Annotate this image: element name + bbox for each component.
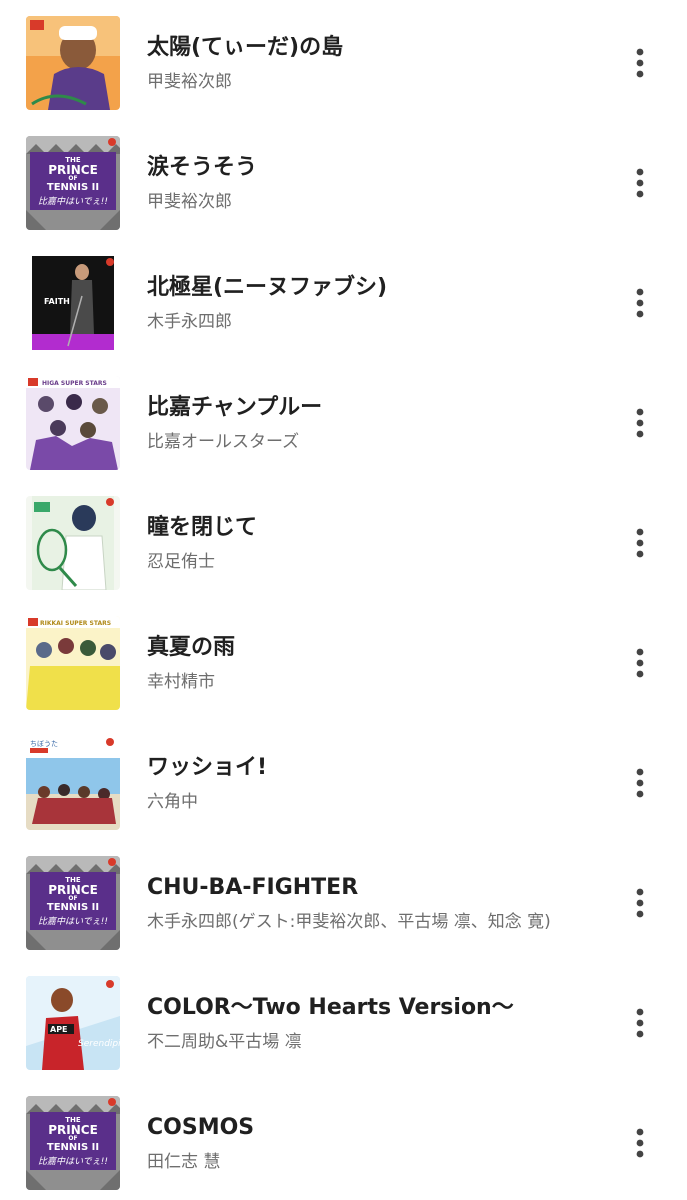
track-artist: 忍足侑士 <box>147 552 215 572</box>
album-art-prince-of-tennis-ii: THE PRINCE OF TENNIS II 比嘉中はいでぇ!! <box>26 1096 120 1190</box>
art-text: 比嘉中はいでぇ!! <box>38 916 108 927</box>
track-artist: 甲斐裕次郎 <box>147 192 232 212</box>
track-list: 太陽(てぃーだ)の島 甲斐裕次郎 THE PRINCE OF TENNIS II… <box>0 0 687 1200</box>
track-row[interactable]: THE PRINCE OF TENNIS II 比嘉中はいでぇ!! 涙そうそう … <box>0 120 687 240</box>
art-text: Serendipity <box>78 1039 120 1049</box>
more-vert-icon <box>636 768 644 798</box>
album-art-rikkai-super-stars: RIKKAI SUPER STARS <box>26 616 120 710</box>
more-vert-icon <box>636 888 644 918</box>
art-text: APE <box>50 1025 68 1034</box>
track-row[interactable]: THE PRINCE OF TENNIS II 比嘉中はいでぇ!! CHU-BA… <box>0 840 687 960</box>
track-artist: 六角中 <box>147 792 198 812</box>
track-artist: 木手永四郎 <box>147 312 232 332</box>
art-text: ちぼうた <box>30 740 58 748</box>
track-row[interactable]: THE PRINCE OF TENNIS II 比嘉中はいでぇ!! COSMOS… <box>0 1080 687 1200</box>
more-vert-icon <box>636 1008 644 1038</box>
art-text: HIGA SUPER STARS <box>42 380 107 387</box>
more-options-button[interactable] <box>618 1121 662 1165</box>
album-art: ちぼうた <box>26 736 120 830</box>
track-title: 真夏の雨 <box>147 635 236 660</box>
album-art: APE Serendipity <box>26 976 120 1070</box>
more-options-button[interactable] <box>618 521 662 565</box>
more-vert-icon <box>636 168 644 198</box>
album-art-prince-of-tennis-ii: THE PRINCE OF TENNIS II 比嘉中はいでぇ!! <box>26 856 120 950</box>
more-vert-icon <box>636 528 644 558</box>
track-title: 北極星(ニーヌファブシ) <box>147 275 388 300</box>
track-title: 比嘉チャンプルー <box>147 395 323 420</box>
more-options-button[interactable] <box>618 761 662 805</box>
more-options-button[interactable] <box>618 1001 662 1045</box>
album-art-prince-of-tennis-ii: THE PRINCE OF TENNIS II 比嘉中はいでぇ!! <box>26 136 120 230</box>
track-row[interactable]: HIGA SUPER STARS 比嘉チャンプルー 比嘉オールスターズ <box>0 360 687 480</box>
album-art-purple-portrait <box>26 16 120 110</box>
more-options-button[interactable] <box>618 41 662 85</box>
art-text: TENNIS II <box>47 902 99 913</box>
art-text: 比嘉中はいでぇ!! <box>38 1156 108 1167</box>
more-options-button[interactable] <box>618 881 662 925</box>
album-art-higa-super-stars: HIGA SUPER STARS <box>26 376 120 470</box>
art-text: OF <box>68 1135 77 1142</box>
track-row[interactable]: 太陽(てぃーだ)の島 甲斐裕次郎 <box>0 0 687 120</box>
album-art-green-racket <box>26 496 120 590</box>
album-art-serendipity-blue: APE Serendipity <box>26 976 120 1070</box>
more-options-button[interactable] <box>618 281 662 325</box>
track-artist: 幸村精市 <box>147 672 215 692</box>
more-vert-icon <box>636 408 644 438</box>
track-title: CHU-BA-FIGHTER <box>147 875 359 900</box>
more-options-button[interactable] <box>618 161 662 205</box>
track-row[interactable]: APE Serendipity COLOR〜Two Hearts Version… <box>0 960 687 1080</box>
track-artist: 田仁志 慧 <box>147 1152 221 1172</box>
album-art-faith-black: FAITH <box>26 256 120 350</box>
track-row[interactable]: FAITH 北極星(ニーヌファブシ) 木手永四郎 <box>0 240 687 360</box>
album-art <box>26 496 120 590</box>
more-options-button[interactable] <box>618 401 662 445</box>
track-row[interactable]: RIKKAI SUPER STARS 真夏の雨 幸村精市 <box>0 600 687 720</box>
more-vert-icon <box>636 1128 644 1158</box>
track-title: 涙そうそう <box>147 155 258 180</box>
track-artist: 木手永四郎(ゲスト:甲斐裕次郎、平古場 凛、知念 寛) <box>147 912 551 932</box>
album-art: HIGA SUPER STARS <box>26 376 120 470</box>
more-vert-icon <box>636 648 644 678</box>
art-text: OF <box>68 175 77 182</box>
art-text: OF <box>68 895 77 902</box>
track-title: ワッショイ! <box>147 755 268 780</box>
album-art: THE PRINCE OF TENNIS II 比嘉中はいでぇ!! <box>26 1096 120 1190</box>
track-title: 瞳を閉じて <box>147 515 258 540</box>
art-text: 比嘉中はいでぇ!! <box>38 196 108 207</box>
album-art: THE PRINCE OF TENNIS II 比嘉中はいでぇ!! <box>26 856 120 950</box>
art-text: FAITH <box>44 297 70 306</box>
track-title: 太陽(てぃーだ)の島 <box>147 35 344 60</box>
track-title: COSMOS <box>147 1115 255 1140</box>
art-text: TENNIS II <box>47 182 99 193</box>
more-vert-icon <box>636 288 644 318</box>
album-art <box>26 16 120 110</box>
track-row[interactable]: 瞳を閉じて 忍足侑士 <box>0 480 687 600</box>
track-title: COLOR〜Two Hearts Version〜 <box>147 995 514 1020</box>
album-art: RIKKAI SUPER STARS <box>26 616 120 710</box>
track-row[interactable]: ちぼうた ワッショイ! 六角中 <box>0 720 687 840</box>
track-artist: 比嘉オールスターズ <box>147 432 300 452</box>
more-vert-icon <box>636 48 644 78</box>
album-art: FAITH <box>26 256 120 350</box>
track-artist: 甲斐裕次郎 <box>147 72 232 92</box>
art-text: RIKKAI SUPER STARS <box>40 620 111 627</box>
more-options-button[interactable] <box>618 641 662 685</box>
art-text: TENNIS II <box>47 1142 99 1153</box>
track-artist: 不二周助&平古場 凛 <box>147 1032 302 1052</box>
album-art-beach-group: ちぼうた <box>26 736 120 830</box>
album-art: THE PRINCE OF TENNIS II 比嘉中はいでぇ!! <box>26 136 120 230</box>
